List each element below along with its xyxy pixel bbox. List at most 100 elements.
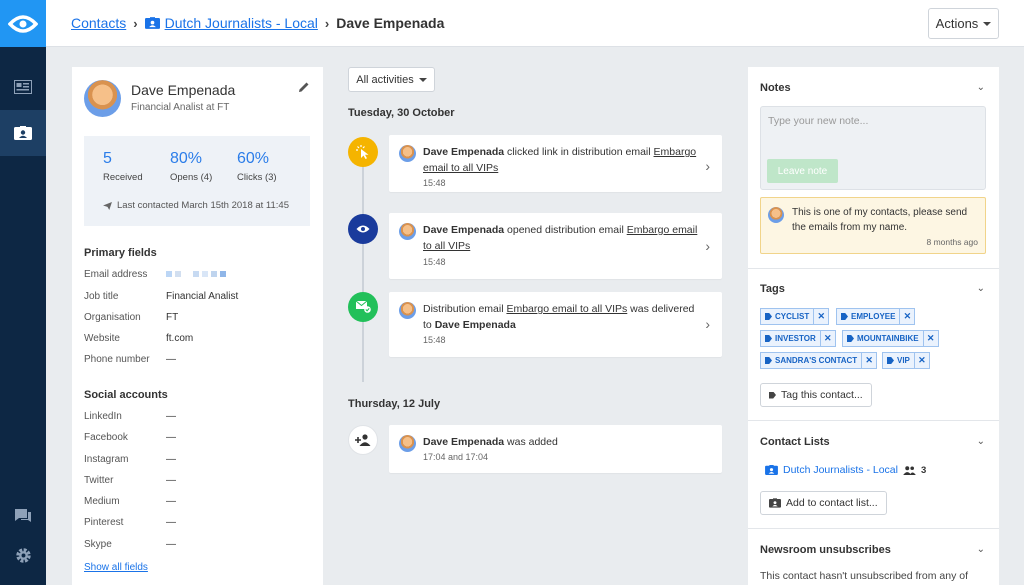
chevron-down-icon[interactable]: ⌄ [977,436,985,447]
app-logo[interactable] [0,0,46,47]
avatar [399,145,416,162]
chevron-down-icon[interactable]: ⌄ [977,82,985,93]
edit-pencil-icon[interactable] [298,81,310,93]
stat-received-value: 5 [103,150,112,167]
field-value: FT [166,312,179,323]
stat-opens-label: Opens (4) [170,172,213,183]
eye-logo-icon [8,14,38,33]
stat-received-label: Received [103,172,143,183]
field-value: — [166,354,176,365]
tag-chip[interactable]: SANDRA'S CONTACT ✕ [760,352,878,369]
contact-list-name[interactable]: Dutch Journalists - Local [783,464,898,476]
contact-list-item[interactable]: Dutch Journalists - Local 3 [765,464,926,476]
field-label: Phone number [84,354,150,365]
remove-tag-icon[interactable]: ✕ [924,333,938,344]
field-value: Financial Analist [166,291,239,302]
avatar [399,223,416,240]
activity-filter-label: All activities [356,73,414,86]
add-to-list-button[interactable]: Add to contact list... [760,491,887,515]
contact-lists-title: Contact Lists [760,436,830,448]
actions-button[interactable]: Actions [928,8,999,39]
notes-title: Notes [760,82,791,94]
social-label: Twitter [84,475,114,486]
sidebar-item-settings[interactable] [0,532,46,578]
activity-item[interactable]: Distribution email Embargo email to all … [389,292,722,357]
social-value: — [166,475,176,486]
tags-title: Tags [760,283,785,295]
activity-text: Dave Empenada was added [423,434,698,450]
tag-chip[interactable]: VIP ✕ [882,352,930,369]
side-panel: Notes ⌄ Type your new note... Leave note… [748,67,999,585]
tag-label: MOUNTAINBIKE [857,334,919,343]
note-text: This is one of my contacts, please send … [792,207,968,233]
activity-item[interactable]: Dave Empenada was added 17:04 and 17:04 [389,425,722,473]
tag-icon [769,391,776,399]
timeline-date-heading: Thursday, 12 July [348,398,441,410]
social-label: Facebook [84,432,128,443]
breadcrumb-list[interactable]: Dutch Journalists - Local [165,15,318,31]
chevron-down-icon[interactable]: ⌄ [977,283,985,294]
activity-item[interactable]: Dave Empenada clicked link in distributi… [389,135,722,192]
chevron-right-icon[interactable]: › [705,238,710,254]
activity-filter-dropdown[interactable]: All activities [348,67,435,92]
social-value: — [166,411,176,422]
show-all-fields-link[interactable]: Show all fields [84,562,148,573]
remove-tag-icon[interactable]: ✕ [915,355,929,366]
stat-clicks-value: 60% [237,150,270,167]
avatar [399,302,416,319]
breadcrumb-separator: › [133,15,138,31]
leave-note-button[interactable]: Leave note [767,159,838,183]
tag-chip[interactable]: CYCLIST ✕ [760,308,830,325]
profile-card: Dave Empenada Financial Analist at FT 5 … [72,67,323,585]
social-value: — [166,432,176,443]
activity-actor: Dave Empenada [423,146,505,158]
tag-chip[interactable]: MOUNTAINBIKE ✕ [842,330,939,347]
timeline-connector [362,152,364,382]
delivered-event-badge [348,292,378,322]
tag-chip[interactable]: EMPLOYEE ✕ [836,308,916,325]
note-item: This is one of my contacts, please send … [760,197,986,254]
activity-actor: Dave Empenada [423,224,505,236]
eye-icon [356,225,370,233]
activity-email-link[interactable]: Embargo email to all VIPs [506,303,627,315]
activity-time: 17:04 and 17:04 [423,452,489,462]
people-icon [903,465,916,475]
activity-action: opened distribution email [504,224,627,236]
unsubscribes-text: This contact hasn't unsubscribed from an… [760,570,969,582]
stat-clicks-label: Clicks (3) [237,172,277,183]
contact-list-icon [144,17,160,29]
field-value[interactable]: ft.com [166,333,193,344]
tag-chip[interactable]: INVESTOR ✕ [760,330,836,347]
chevron-down-icon[interactable]: ⌄ [977,544,985,555]
social-label: LinkedIn [84,411,122,422]
tag-icon [847,335,854,342]
remove-tag-icon[interactable]: ✕ [900,311,914,322]
breadcrumb-contacts[interactable]: Contacts [71,15,126,31]
email-value-blurred [166,271,226,277]
caret-down-icon [418,77,427,82]
profile-name: Dave Empenada [131,82,236,98]
sidebar-item-contacts[interactable] [0,110,46,156]
sidebar-item-newsroom[interactable] [0,64,46,110]
remove-tag-icon[interactable]: ✕ [821,333,835,344]
note-input[interactable]: Type your new note... Leave note [760,106,986,190]
profile-subtitle: Financial Analist at FT [131,102,230,113]
activity-item[interactable]: Dave Empenada opened distribution email … [389,213,722,279]
tag-contact-button[interactable]: Tag this contact... [760,383,872,407]
tag-label: INVESTOR [775,334,816,343]
chevron-right-icon[interactable]: › [705,316,710,332]
activity-text: Dave Empenada opened distribution email … [423,222,698,254]
remove-tag-icon[interactable]: ✕ [862,355,876,366]
avatar [84,80,121,117]
social-label: Medium [84,496,120,507]
chevron-right-icon[interactable]: › [705,158,710,174]
social-value: — [166,496,176,507]
field-label: Job title [84,291,119,302]
remove-tag-icon[interactable]: ✕ [814,311,828,322]
tag-icon [841,313,848,320]
primary-fields-title: Primary fields [84,247,157,259]
activity-action: Distribution email [423,303,507,315]
engagement-stats: 5 Received 80% Opens (4) 60% Clicks (3) … [84,136,310,226]
section-divider [748,268,999,269]
social-label: Skype [84,539,112,550]
